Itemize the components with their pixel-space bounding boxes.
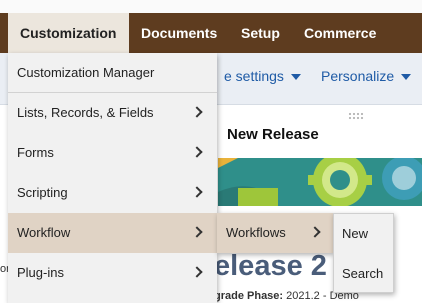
nav-tab-setup[interactable]: Setup <box>241 13 280 53</box>
gear-illustration-icon <box>218 158 422 206</box>
top-strip <box>0 0 422 13</box>
menu-item-lists-records-fields[interactable]: Lists, Records, & Fields <box>8 93 217 133</box>
menu-item-label: Scripting <box>17 185 68 200</box>
main-nav-bar: Customization Documents Setup Commerce <box>0 13 422 53</box>
chevron-right-icon <box>191 226 203 238</box>
drag-handle-icon[interactable] <box>348 112 364 120</box>
settings-link[interactable]: e settings <box>224 68 301 84</box>
menu-item-label: Lists, Records, & Fields <box>17 105 154 120</box>
menu-item-search[interactable]: Search <box>334 254 393 294</box>
menu-item-label: Forms <box>17 145 54 160</box>
upgrade-phase-label: grade Phase: <box>214 290 284 302</box>
workflows-submenu: New Search <box>333 213 394 293</box>
nav-tab-documents[interactable]: Documents <box>141 13 217 53</box>
nav-tab-customization[interactable]: Customization <box>8 13 129 53</box>
workflow-submenu: Workflows <box>217 213 333 253</box>
caret-down-icon <box>401 74 412 81</box>
menu-item-label: Workflow <box>17 225 71 240</box>
caret-down-icon <box>290 74 301 81</box>
menu-item-forms[interactable]: Forms <box>8 133 217 173</box>
menu-item-customization-manager[interactable]: Customization Manager <box>8 53 217 93</box>
personalize-link[interactable]: Personalize <box>321 68 412 84</box>
menu-item-workflow[interactable]: Workflow <box>8 213 217 253</box>
menu-item-workflows[interactable]: Workflows <box>217 213 333 253</box>
portlet-title: New Release <box>227 126 319 143</box>
chevron-right-icon <box>191 186 203 198</box>
menu-item-scripting[interactable]: Scripting <box>8 173 217 213</box>
menu-item-label: Plug-ins <box>17 265 64 280</box>
nav-tab-commerce[interactable]: Commerce <box>304 13 376 53</box>
menu-item-label: Search <box>342 266 384 281</box>
settings-link-label: e settings <box>224 68 284 84</box>
menu-item-plug-ins[interactable]: Plug-ins <box>8 253 217 293</box>
customization-menu: Customization Manager Lists, Records, & … <box>8 53 217 303</box>
menu-item-label: Customization Manager <box>17 65 155 80</box>
release-heading: elease 2 2 <box>214 250 352 282</box>
personalize-link-label: Personalize <box>321 68 395 84</box>
chevron-right-icon <box>191 146 203 158</box>
release-banner-image <box>218 158 422 206</box>
chevron-right-icon <box>191 106 203 118</box>
chevron-right-icon <box>191 266 203 278</box>
menu-item-label: Workflows <box>226 225 286 240</box>
menu-item-new[interactable]: New <box>334 214 393 254</box>
menu-item-label: New <box>342 226 369 241</box>
chevron-right-icon <box>309 226 321 238</box>
